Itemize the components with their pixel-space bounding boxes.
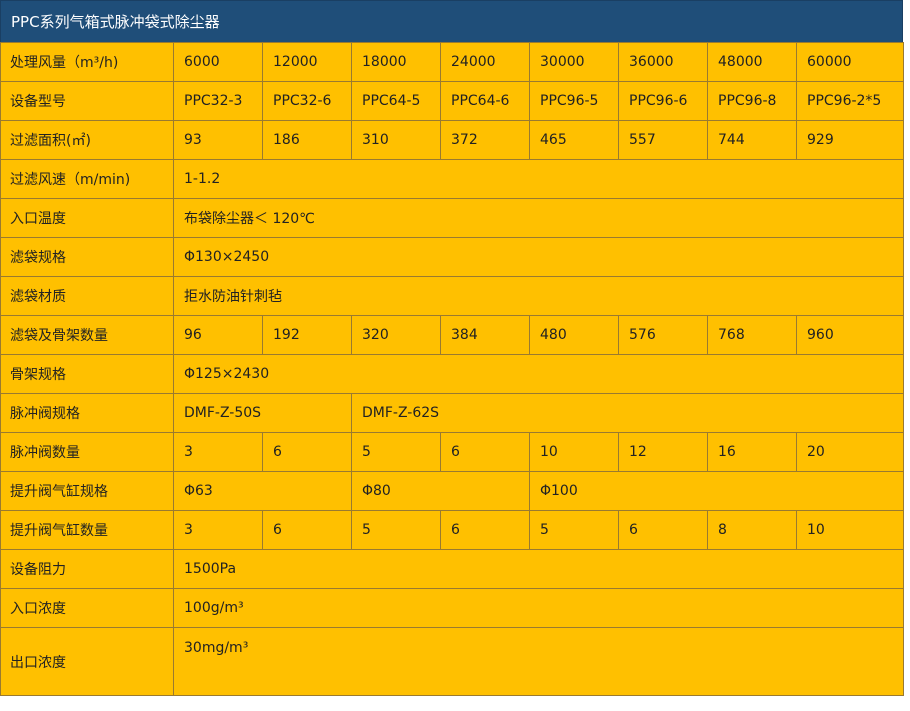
cell-value: PPC96-8	[707, 81, 797, 121]
cell-value: 30000	[529, 42, 619, 82]
cell-value: Φ80	[351, 471, 530, 511]
cell-value: 5	[351, 510, 441, 550]
cell-value: 576	[618, 315, 708, 355]
cell-value: 310	[351, 120, 441, 160]
cell-value: 24000	[440, 42, 530, 82]
cell-value: PPC64-6	[440, 81, 530, 121]
row-label: 滤袋规格	[0, 237, 174, 277]
row-lift-cylinder-spec: 提升阀气缸规格 Φ63 Φ80 Φ100	[0, 471, 904, 511]
row-label: 提升阀气缸规格	[0, 471, 174, 511]
row-cage-spec: 骨架规格 Φ125×2430	[0, 354, 904, 394]
cell-value: 12	[618, 432, 708, 472]
cell-value: 3	[173, 510, 263, 550]
cell-value: 96	[173, 315, 263, 355]
cell-value: Φ125×2430	[173, 354, 904, 394]
cell-value: 557	[618, 120, 708, 160]
cell-value: PPC96-6	[618, 81, 708, 121]
row-inlet-conc: 入口浓度 100g/m³	[0, 588, 904, 628]
cell-value: 480	[529, 315, 619, 355]
row-label: 处理风量（m³/h)	[0, 42, 174, 82]
cell-value: 93	[173, 120, 263, 160]
row-lift-cylinder-qty: 提升阀气缸数量 3 6 5 6 5 6 8 10	[0, 510, 904, 550]
cell-value: 1500Pa	[173, 549, 904, 589]
cell-value: 16	[707, 432, 797, 472]
row-label: 脉冲阀数量	[0, 432, 174, 472]
row-bag-cage-qty: 滤袋及骨架数量 96 192 320 384 480 576 768 960	[0, 315, 904, 355]
cell-value: PPC64-5	[351, 81, 441, 121]
row-label: 入口浓度	[0, 588, 174, 628]
cell-value: 6000	[173, 42, 263, 82]
cell-value: 拒水防油针刺毡	[173, 276, 904, 316]
cell-value: 320	[351, 315, 441, 355]
row-bag-material: 滤袋材质 拒水防油针刺毡	[0, 276, 904, 316]
cell-value: 6	[262, 510, 352, 550]
cell-value: 768	[707, 315, 797, 355]
row-label: 出口浓度	[0, 627, 174, 696]
row-resistance: 设备阻力 1500Pa	[0, 549, 904, 589]
row-filter-area: 过滤面积(㎡) 93 186 310 372 465 557 744 929	[0, 120, 904, 160]
cell-value: Φ63	[173, 471, 352, 511]
row-label: 滤袋材质	[0, 276, 174, 316]
cell-value: 布袋除尘器＜ 120℃	[173, 198, 904, 238]
cell-value: 3	[173, 432, 263, 472]
cell-value: 6	[440, 510, 530, 550]
cell-value: 30mg/m³	[173, 627, 904, 696]
cell-value: 960	[796, 315, 904, 355]
cell-value: 929	[796, 120, 904, 160]
row-label: 设备型号	[0, 81, 174, 121]
spec-sheet: PPC系列气箱式脉冲袋式除尘器 处理风量（m³/h) 6000 12000 18…	[0, 0, 904, 711]
row-outlet-conc: 出口浓度 30mg/m³	[0, 627, 904, 696]
cell-value: 5	[529, 510, 619, 550]
cell-value: 465	[529, 120, 619, 160]
row-pulse-valve-qty: 脉冲阀数量 3 6 5 6 10 12 16 20	[0, 432, 904, 472]
spec-table: 处理风量（m³/h) 6000 12000 18000 24000 30000 …	[0, 42, 904, 696]
row-label: 过滤面积(㎡)	[0, 120, 174, 160]
cell-value: 372	[440, 120, 530, 160]
cell-value: 18000	[351, 42, 441, 82]
cell-value: 12000	[262, 42, 352, 82]
cell-value: 48000	[707, 42, 797, 82]
cell-value: 1-1.2	[173, 159, 904, 199]
row-label: 入口温度	[0, 198, 174, 238]
row-label: 脉冲阀规格	[0, 393, 174, 433]
cell-value: 6	[440, 432, 530, 472]
row-bag-spec: 滤袋规格 Φ130×2450	[0, 237, 904, 277]
cell-value: 10	[529, 432, 619, 472]
row-label: 过滤风速（m/min)	[0, 159, 174, 199]
cell-value: 744	[707, 120, 797, 160]
cell-value: 10	[796, 510, 904, 550]
cell-value: 5	[351, 432, 441, 472]
cell-value: PPC96-2*5	[796, 81, 904, 121]
row-label: 提升阀气缸数量	[0, 510, 174, 550]
cell-value: PPC32-6	[262, 81, 352, 121]
cell-value: 6	[262, 432, 352, 472]
row-label: 设备阻力	[0, 549, 174, 589]
cell-value: PPC96-5	[529, 81, 619, 121]
cell-value: 8	[707, 510, 797, 550]
row-model: 设备型号 PPC32-3 PPC32-6 PPC64-5 PPC64-6 PPC…	[0, 81, 904, 121]
row-inlet-temp: 入口温度 布袋除尘器＜ 120℃	[0, 198, 904, 238]
cell-value: Φ100	[529, 471, 904, 511]
table-title: PPC系列气箱式脉冲袋式除尘器	[0, 0, 903, 42]
cell-value: DMF-Z-50S	[173, 393, 352, 433]
row-air-volume: 处理风量（m³/h) 6000 12000 18000 24000 30000 …	[0, 42, 904, 82]
cell-value: 20	[796, 432, 904, 472]
row-pulse-valve-spec: 脉冲阀规格 DMF-Z-50S DMF-Z-62S	[0, 393, 904, 433]
cell-value: 192	[262, 315, 352, 355]
cell-value: 36000	[618, 42, 708, 82]
cell-value: 384	[440, 315, 530, 355]
cell-value: DMF-Z-62S	[351, 393, 904, 433]
cell-value: 100g/m³	[173, 588, 904, 628]
cell-value: 6	[618, 510, 708, 550]
cell-value: Φ130×2450	[173, 237, 904, 277]
row-filter-speed: 过滤风速（m/min) 1-1.2	[0, 159, 904, 199]
cell-value: PPC32-3	[173, 81, 263, 121]
row-label: 骨架规格	[0, 354, 174, 394]
row-label: 滤袋及骨架数量	[0, 315, 174, 355]
cell-value: 60000	[796, 42, 904, 82]
cell-value: 186	[262, 120, 352, 160]
